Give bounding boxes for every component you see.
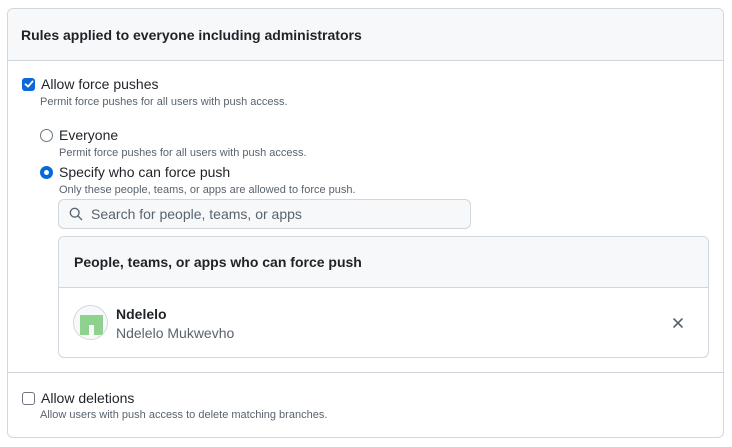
- option-specify-row[interactable]: Specify who can force push: [40, 164, 230, 180]
- panel-title: Rules applied to everyone including admi…: [8, 9, 723, 61]
- allow-force-pushes-description: Permit force pushes for all users with p…: [40, 96, 288, 108]
- deletions-section: Allow deletions Allow users with push ac…: [8, 373, 723, 437]
- allow-deletions-label: Allow deletions: [41, 390, 135, 406]
- allow-deletions-description: Allow users with push access to delete m…: [40, 409, 328, 421]
- list-item: Ndelelo Ndelelo Mukwevho: [59, 288, 708, 357]
- force-push-section: Allow force pushes Permit force pushes f…: [8, 61, 723, 373]
- allow-force-pushes-label: Allow force pushes: [41, 76, 159, 92]
- person-login: Ndelelo: [116, 306, 167, 322]
- option-everyone-description: Permit force pushes for all users with p…: [59, 147, 307, 159]
- people-search-field[interactable]: [58, 199, 471, 229]
- remove-person-button[interactable]: [670, 315, 686, 331]
- avatar: [73, 305, 108, 340]
- branch-rules-panel: Rules applied to everyone including admi…: [7, 8, 724, 438]
- option-specify-radio[interactable]: [40, 165, 53, 179]
- people-search-input[interactable]: [91, 206, 461, 222]
- allow-deletions-row[interactable]: Allow deletions: [22, 390, 134, 406]
- search-icon: [69, 207, 83, 221]
- allow-deletions-checkbox[interactable]: [22, 391, 35, 405]
- check-icon: [24, 80, 33, 88]
- allow-force-pushes-checkbox[interactable]: [22, 77, 35, 91]
- person-full-name: Ndelelo Mukwevho: [116, 325, 235, 341]
- option-specify-description: Only these people, teams, or apps are al…: [59, 184, 356, 196]
- option-everyone-radio[interactable]: [40, 128, 53, 142]
- allowed-actors-title: People, teams, or apps who can force pus…: [59, 237, 708, 288]
- allowed-actors-box: People, teams, or apps who can force pus…: [58, 236, 709, 358]
- x-icon: [673, 318, 683, 328]
- allow-force-pushes-row[interactable]: Allow force pushes: [22, 76, 159, 92]
- option-specify-label: Specify who can force push: [59, 164, 231, 180]
- option-everyone-label: Everyone: [59, 127, 119, 143]
- identicon-icon: [74, 306, 107, 339]
- option-everyone-row[interactable]: Everyone: [40, 127, 118, 143]
